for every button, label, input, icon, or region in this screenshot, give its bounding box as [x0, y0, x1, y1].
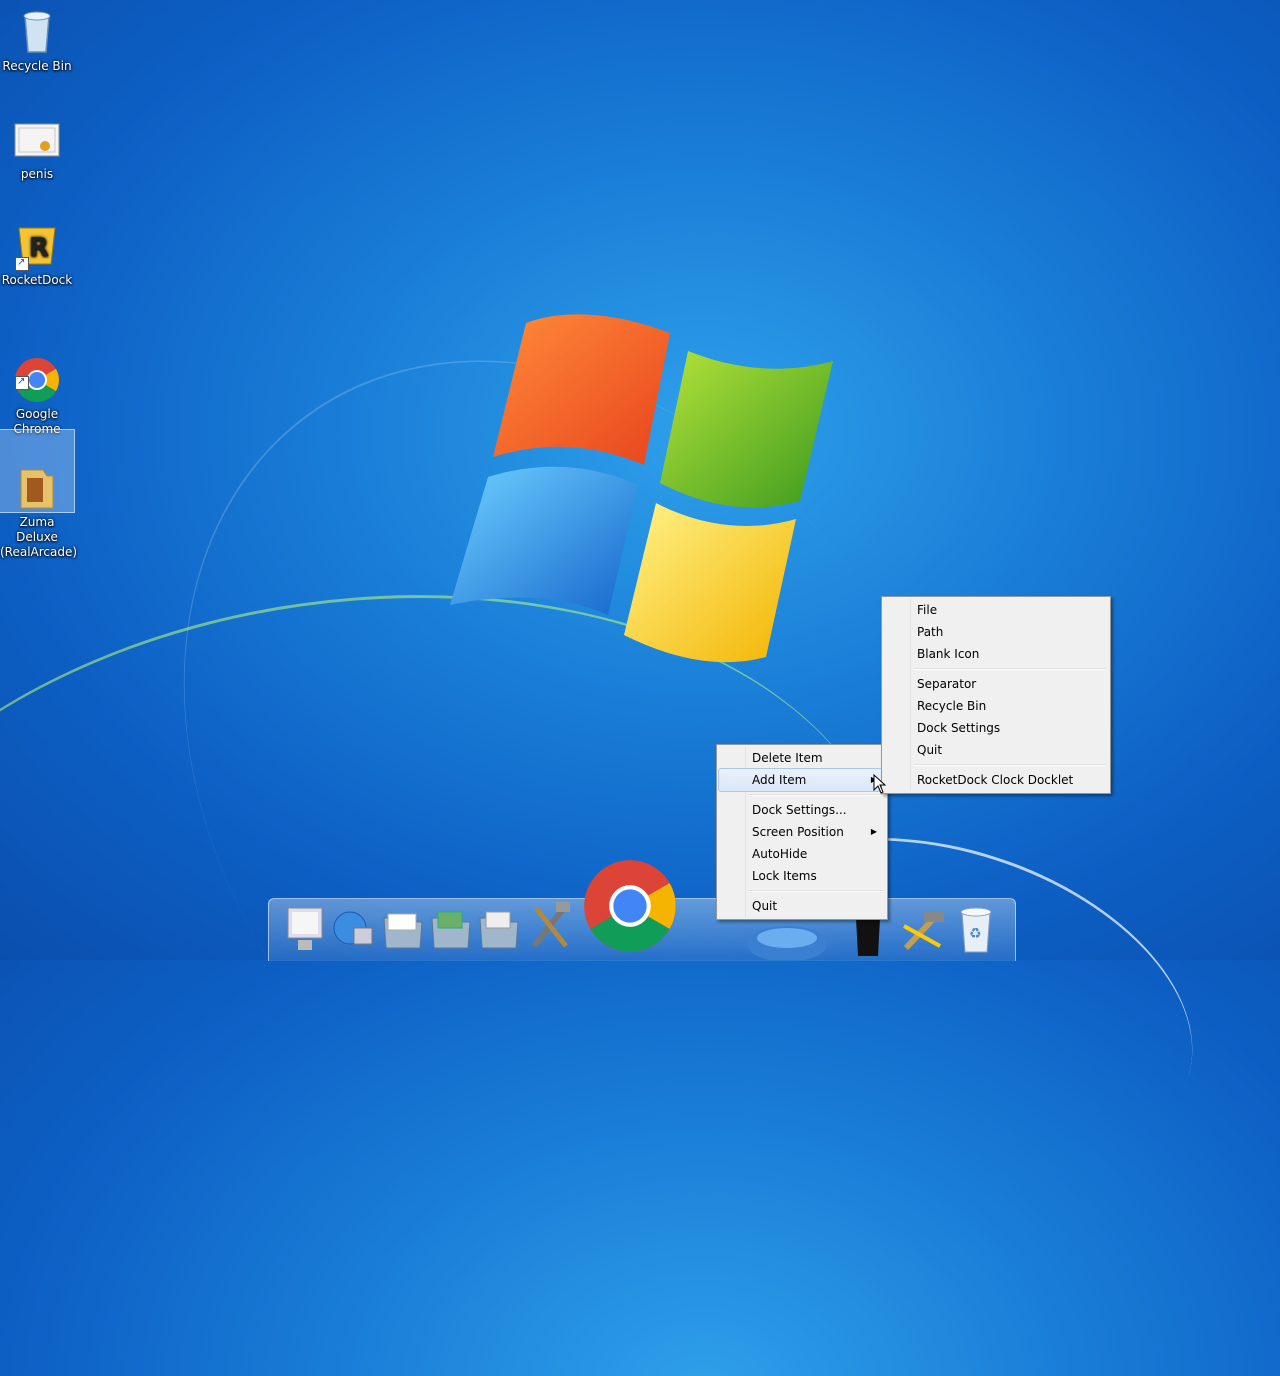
chrome-icon[interactable]: [580, 856, 680, 956]
dock-context-menu: Delete Item Add Item ▶ Dock Settings... …: [716, 744, 888, 920]
desktop-icon-label: RocketDock: [1, 273, 73, 287]
network-icon[interactable]: [330, 904, 376, 954]
menu-item-screen-position[interactable]: Screen Position ▶: [719, 821, 885, 843]
submenu-item-clock-docklet[interactable]: RocketDock Clock Docklet: [884, 769, 1108, 791]
menu-item-delete-item[interactable]: Delete Item: [719, 747, 885, 769]
menu-separator: [914, 668, 1106, 670]
desktop-icon-label: penis: [20, 167, 54, 181]
tools-icon[interactable]: [526, 900, 576, 954]
submenu-item-dock-settings[interactable]: Dock Settings: [884, 717, 1108, 739]
folder-icon[interactable]: [380, 904, 426, 954]
submenu-item-blank-icon[interactable]: Blank Icon: [884, 643, 1108, 665]
folder-icon[interactable]: [428, 904, 474, 954]
shortcut-arrow-icon: [15, 374, 29, 390]
svg-text:R: R: [29, 233, 49, 263]
menu-separator: [749, 794, 883, 796]
add-item-submenu: File Path Blank Icon Separator Recycle B…: [881, 596, 1111, 794]
mouse-cursor-icon: [873, 774, 887, 794]
menu-item-lock-items[interactable]: Lock Items: [719, 865, 885, 887]
hammer-icon[interactable]: [900, 906, 950, 954]
rocketdock-icon: R: [13, 222, 61, 271]
recycle-bin-icon: [13, 8, 61, 56]
certificate-file-icon: [13, 116, 61, 164]
globe-icon[interactable]: [744, 918, 830, 960]
desktop-icon-zuma-deluxe[interactable]: Zuma Deluxe (RealArcade): [0, 429, 77, 559]
desktop-icon-recycle-bin[interactable]: Recycle Bin: [0, 4, 74, 74]
menu-item-label: Screen Position: [752, 825, 844, 839]
menu-item-dock-settings[interactable]: Dock Settings...: [719, 799, 885, 821]
menu-separator: [914, 764, 1106, 766]
svg-text:♻: ♻: [969, 926, 982, 942]
menu-separator: [749, 890, 883, 892]
desktop-icon-label: Zuma Deluxe (RealArcade): [0, 515, 78, 559]
desktop-icon-label: Recycle Bin: [2, 59, 72, 73]
menu-item-autohide[interactable]: AutoHide: [719, 843, 885, 865]
menu-item-add-item[interactable]: Add Item ▶: [718, 768, 886, 792]
folder-icon: [13, 449, 61, 509]
shortcut-arrow-icon: [15, 255, 29, 271]
submenu-arrow-icon: ▶: [870, 827, 877, 836]
submenu-item-recycle-bin[interactable]: Recycle Bin: [884, 695, 1108, 717]
desktop-icon-rocketdock[interactable]: R RocketDock: [0, 218, 74, 288]
chrome-icon: [13, 341, 61, 402]
submenu-item-path[interactable]: Path: [884, 621, 1108, 643]
recycle-bin-icon[interactable]: ♻: [956, 904, 996, 956]
submenu-item-quit[interactable]: Quit: [884, 739, 1108, 761]
menu-item-label: Add Item: [752, 773, 807, 787]
submenu-item-separator[interactable]: Separator: [884, 673, 1108, 695]
desktop-icon-penis[interactable]: penis: [0, 112, 74, 182]
submenu-item-file[interactable]: File: [884, 599, 1108, 621]
windows-logo: [450, 314, 833, 663]
menu-item-quit[interactable]: Quit: [719, 895, 885, 917]
monitor-icon[interactable]: [284, 904, 328, 954]
folder-icon[interactable]: [476, 904, 522, 954]
